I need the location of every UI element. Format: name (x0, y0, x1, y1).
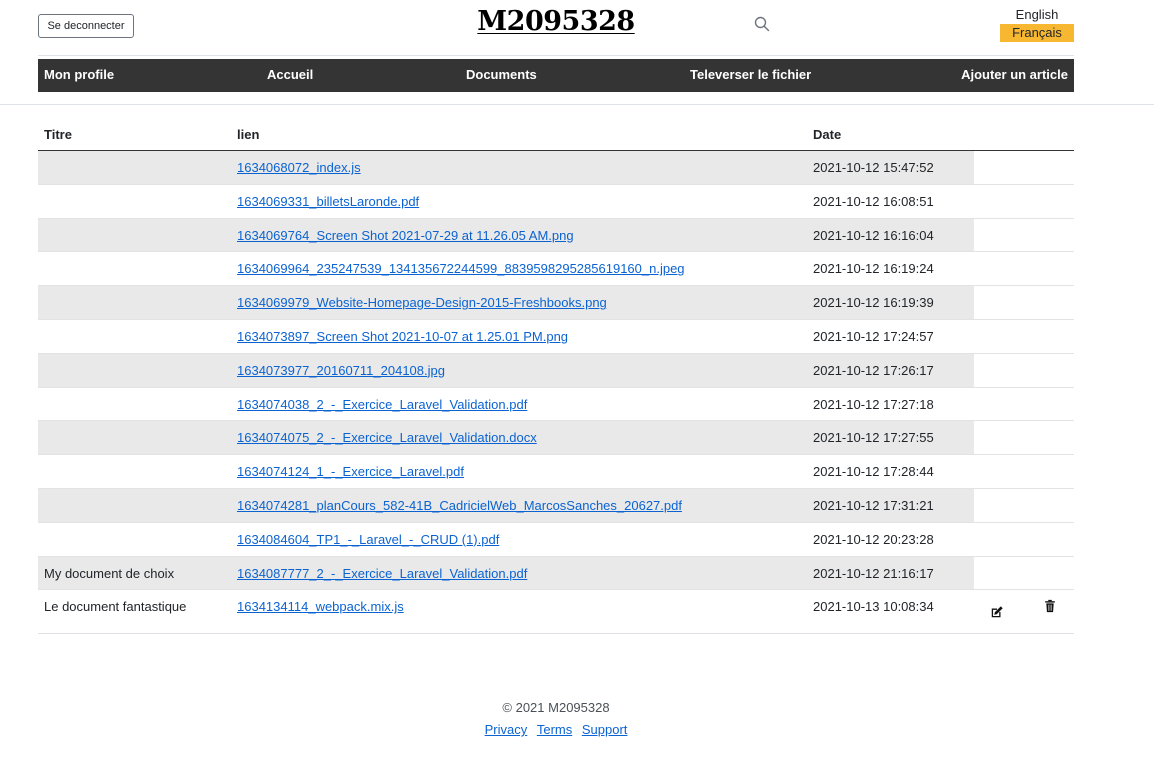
table-row: My document de choix 1634087777_2_-_Exerc… (38, 556, 1074, 591)
nav-ajouter-article[interactable]: Ajouter un article (961, 59, 1068, 92)
site-title-text[interactable]: M2095328 (477, 6, 635, 37)
table-row: 1634069979_Website-Homepage-Design-2015-… (38, 286, 1074, 320)
document-date: 2021-10-12 16:08:51 (813, 193, 934, 209)
document-link[interactable]: 1634069331_billetsLaronde.pdf (237, 194, 419, 209)
site-footer: © 2021 M2095328 Privacy Terms Support (0, 700, 1112, 737)
document-title: My document de choix (44, 565, 175, 581)
table-row: 1634073897_Screen Shot 2021-10-07 at 1.2… (38, 320, 1074, 354)
nav-televerser[interactable]: Televerser le fichier (690, 59, 811, 92)
table-header: Titre lien Date (38, 117, 1074, 151)
document-link[interactable]: 1634073897_Screen Shot 2021-10-07 at 1.2… (237, 329, 568, 344)
site-title[interactable]: M2095328 (0, 6, 1112, 37)
nav-documents[interactable]: Documents (466, 59, 537, 92)
trash-icon[interactable] (1043, 599, 1057, 613)
copyright-text: © 2021 M2095328 (502, 700, 610, 715)
document-date: 2021-10-12 15:47:52 (813, 160, 934, 175)
document-date: 2021-10-12 16:19:39 (813, 295, 934, 311)
language-english[interactable]: English (1000, 6, 1074, 24)
document-date: 2021-10-12 17:28:44 (813, 464, 934, 480)
search-icon[interactable] (754, 16, 770, 32)
column-header-titre: Titre (44, 127, 72, 142)
document-link[interactable]: 1634074124_1_-_Exercice_Laravel.pdf (237, 464, 464, 479)
document-date: 2021-10-12 20:23:28 (813, 531, 934, 547)
table-row: 1634074281_planCours_582-41B_CadricielWe… (38, 488, 1074, 523)
document-link[interactable]: 1634074038_2_-_Exercice_Laravel_Validati… (237, 397, 527, 412)
footer-link-support[interactable]: Support (582, 722, 628, 737)
table-row: 1634074075_2_-_Exercice_Laravel_Validati… (38, 421, 1074, 456)
document-link[interactable]: 1634069979_Website-Homepage-Design-2015-… (237, 295, 607, 310)
header-divider (38, 55, 1074, 56)
document-link[interactable]: 1634074281_planCours_582-41B_CadricielWe… (237, 498, 682, 513)
document-date: 2021-10-12 17:27:55 (813, 430, 934, 446)
site-header: Se deconnecter M2095328 English Français… (0, 0, 1154, 105)
document-link[interactable]: 1634069764_Screen Shot 2021-07-29 at 11.… (237, 228, 574, 243)
nav-accueil[interactable]: Accueil (267, 59, 313, 92)
table-row: Le document fantastique 1634134114_webpac… (38, 590, 1074, 635)
language-switcher: English Français (1000, 6, 1074, 42)
document-link[interactable]: 1634073977_20160711_204108.jpg (237, 363, 445, 378)
document-date: 2021-10-12 17:27:18 (813, 396, 934, 412)
document-link[interactable]: 1634069964_235247539_134135672244599_883… (237, 261, 685, 276)
document-title: Le document fantastique (44, 599, 187, 615)
table-row: 1634074038_2_-_Exercice_Laravel_Validati… (38, 388, 1074, 422)
document-link[interactable]: 1634074075_2_-_Exercice_Laravel_Validati… (237, 430, 537, 445)
document-date: 2021-10-12 17:24:57 (813, 328, 934, 344)
table-body: 1634068072_index.js 2021-10-12 15:47:52 16… (38, 151, 1074, 635)
column-header-date: Date (813, 127, 842, 142)
document-link[interactable]: 1634134114_webpack.mix.js (237, 599, 404, 614)
main-navbar: Mon profile Accueil Documents Televerser… (38, 59, 1074, 92)
footer-links: Privacy Terms Support (0, 722, 1112, 737)
documents-table: Titre lien Date 1634068072_index.js 2021-… (38, 117, 1074, 635)
table-row: 1634068072_index.js 2021-10-12 15:47:52 (38, 151, 1074, 185)
footer-link-terms[interactable]: Terms (537, 722, 572, 737)
document-date: 2021-10-12 16:19:24 (813, 261, 934, 277)
table-row: 1634069964_235247539_134135672244599_883… (38, 252, 1074, 287)
table-row: 1634074124_1_-_Exercice_Laravel.pdf 2021-… (38, 455, 1074, 489)
table-row: 1634069331_billetsLaronde.pdf 2021-10-12 … (38, 185, 1074, 219)
document-link[interactable]: 1634087777_2_-_Exercice_Laravel_Validati… (237, 566, 527, 581)
column-header-lien: lien (237, 127, 260, 142)
edit-icon[interactable] (990, 605, 1004, 619)
document-link[interactable]: 1634068072_index.js (237, 160, 361, 175)
document-date: 2021-10-12 17:26:17 (813, 362, 934, 378)
language-francais[interactable]: Français (1000, 24, 1074, 42)
document-date: 2021-10-12 16:16:04 (813, 227, 934, 243)
nav-mon-profile[interactable]: Mon profile (44, 59, 114, 92)
table-row: 1634073977_20160711_204108.jpg 2021-10-12… (38, 353, 1074, 388)
document-date: 2021-10-13 10:08:34 (813, 599, 934, 615)
document-date: 2021-10-12 21:16:17 (813, 565, 934, 581)
document-link[interactable]: 1634084604_TP1_-_Laravel_-_CRUD (1).pdf (237, 532, 499, 547)
table-row: 1634069764_Screen Shot 2021-07-29 at 11.… (38, 218, 1074, 253)
document-date: 2021-10-12 17:31:21 (813, 497, 934, 513)
table-row: 1634084604_TP1_-_Laravel_-_CRUD (1).pdf 2… (38, 523, 1074, 557)
footer-link-privacy[interactable]: Privacy (485, 722, 528, 737)
